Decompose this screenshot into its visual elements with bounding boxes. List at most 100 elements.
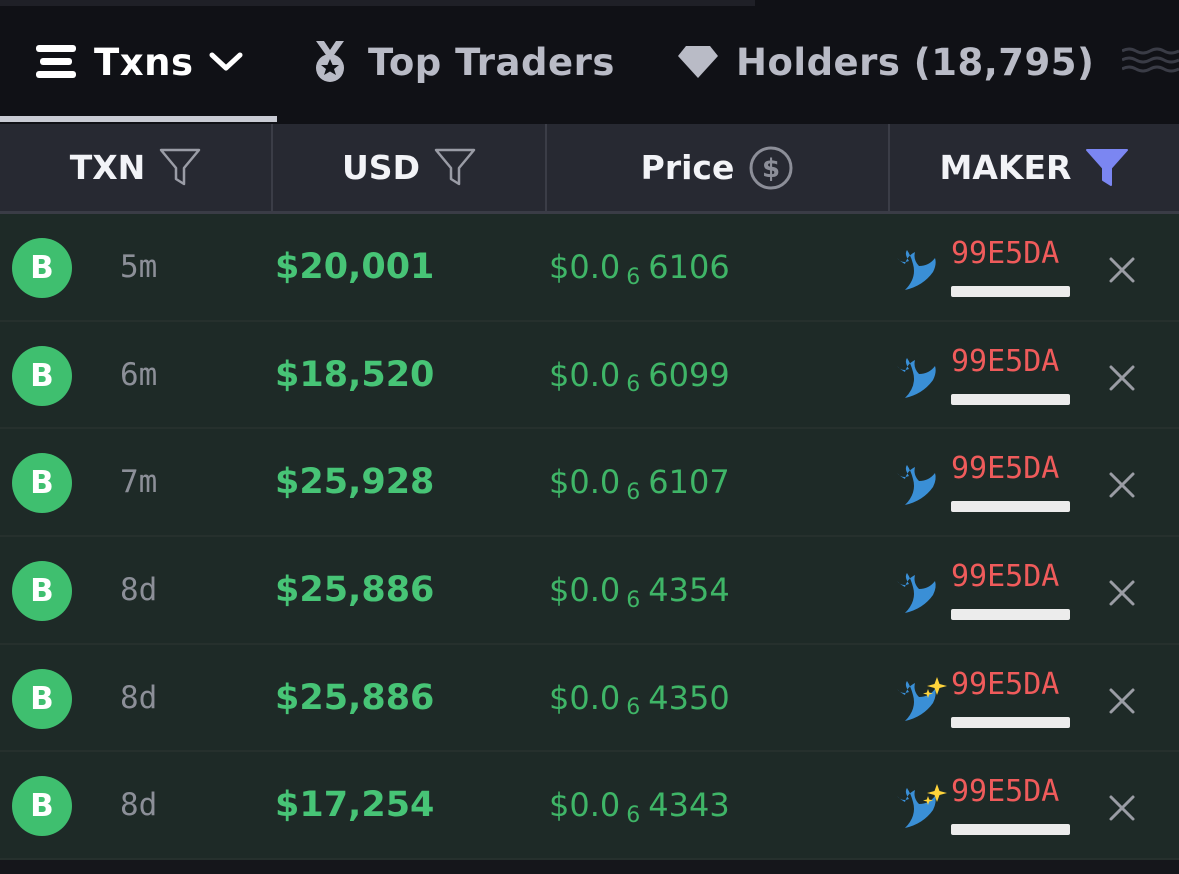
whale-sparkle-icon: [897, 676, 947, 721]
close-icon[interactable]: [1106, 792, 1138, 824]
column-price[interactable]: Price $: [547, 124, 890, 211]
price-digits: 6107: [648, 463, 730, 502]
usd-amount: $25,928: [275, 462, 435, 503]
maker-address[interactable]: 99E5DA: [951, 559, 1059, 594]
usd-amount: $18,520: [275, 354, 435, 395]
buy-badge: B: [12, 668, 72, 729]
maker-address-underline: [951, 824, 1070, 836]
tab-top-traders-label: Top Traders: [368, 40, 615, 84]
list-icon: [36, 45, 76, 79]
column-maker-label: MAKER: [939, 148, 1072, 187]
maker-address-underline: [951, 501, 1070, 513]
maker-address[interactable]: 99E5DA: [951, 774, 1059, 809]
price-zero-count: 6: [626, 264, 641, 290]
price-value: $0.0 6 6106: [549, 214, 730, 320]
whale-icon: [897, 573, 936, 614]
buy-badge: B: [12, 238, 72, 298]
chevron-down-icon[interactable]: [209, 51, 243, 73]
buy-badge: B: [12, 453, 72, 514]
price-prefix: $0.0: [549, 463, 621, 502]
price-prefix: $0.0: [549, 355, 621, 394]
whale-icon: [897, 357, 936, 398]
filter-icon[interactable]: [434, 148, 476, 188]
active-tab-indicator: [0, 116, 277, 122]
tab-txns-label: Txns: [94, 40, 194, 84]
buy-badge: B: [12, 776, 72, 837]
maker-address[interactable]: 99E5DA: [951, 451, 1059, 486]
tab-bar: Txns Top Traders Holders (18,795): [0, 0, 1179, 124]
price-zero-count: 6: [626, 695, 641, 721]
table-row[interactable]: B 8d $17,254 $0.0 6 4343 99E5DA: [0, 752, 1179, 861]
txn-age: 8d: [120, 572, 158, 609]
tab-top-traders[interactable]: Top Traders: [310, 0, 615, 124]
column-maker[interactable]: MAKER: [890, 124, 1179, 211]
table-row[interactable]: B 6m $18,520 $0.0 6 6099 99E5DA: [0, 321, 1179, 430]
txn-age: 5m: [120, 249, 158, 285]
txn-age: 6m: [120, 356, 158, 393]
buy-badge: B: [12, 561, 72, 622]
filter-active-icon[interactable]: [1085, 148, 1129, 188]
filter-icon[interactable]: [159, 148, 201, 188]
maker-address[interactable]: 99E5DA: [951, 236, 1059, 271]
usd-amount: $25,886: [275, 677, 435, 718]
maker-address-underline: [951, 609, 1070, 621]
price-prefix: $0.0: [549, 786, 621, 825]
close-icon[interactable]: [1106, 469, 1138, 501]
table-row[interactable]: B 8d $25,886 $0.0 6 4350 99E5DA: [0, 644, 1179, 753]
usd-amount: $17,254: [275, 785, 435, 826]
price-digits: 4350: [648, 678, 730, 717]
maker-address-underline: [951, 393, 1070, 405]
column-txn-label: TXN: [69, 148, 146, 187]
tab-txns[interactable]: Txns: [36, 0, 243, 124]
diamond-icon: [678, 46, 718, 78]
whale-icon: [897, 250, 936, 290]
column-price-label: Price: [640, 148, 735, 187]
close-icon[interactable]: [1106, 685, 1138, 717]
column-txn[interactable]: TXN: [0, 124, 273, 211]
bottom-strip: [0, 860, 1179, 874]
price-digits: 6106: [648, 248, 730, 286]
tab-holders[interactable]: Holders (18,795): [678, 0, 1094, 124]
maker-address-underline: [951, 286, 1070, 297]
svg-text:$: $: [762, 154, 780, 184]
medal-icon: [310, 41, 350, 83]
price-digits: 4354: [648, 571, 730, 610]
maker-address[interactable]: 99E5DA: [951, 667, 1059, 702]
txn-age: 8d: [120, 787, 158, 824]
price-value: $0.0 6 6107: [549, 429, 730, 535]
waves-icon: [1121, 41, 1179, 84]
price-value: $0.0 6 4343: [549, 752, 730, 858]
txn-age: 8d: [120, 679, 158, 716]
price-value: $0.0 6 4350: [549, 645, 730, 751]
price-digits: 6099: [648, 355, 730, 394]
price-zero-count: 6: [626, 372, 641, 398]
price-value: $0.0 6 6099: [549, 322, 730, 428]
tab-holders-label: Holders (18,795): [736, 40, 1095, 84]
close-icon[interactable]: [1106, 362, 1138, 394]
price-digits: 4343: [648, 786, 730, 825]
maker-address-underline: [951, 716, 1070, 728]
txn-age: 7m: [120, 464, 158, 501]
tab-more[interactable]: [1121, 0, 1179, 124]
table-row[interactable]: B 8d $25,886 $0.0 6 4354 99E5DA: [0, 537, 1179, 645]
whale-sparkle-icon: [897, 784, 947, 829]
maker-address[interactable]: 99E5DA: [951, 344, 1059, 379]
price-zero-count: 6: [626, 479, 641, 505]
table-header: TXN USD Price $ MAKER: [0, 124, 1179, 214]
transactions-list: B 5m $20,001 $0.0 6 6106 99E5DA B 6m $18,5…: [0, 214, 1179, 861]
price-prefix: $0.0: [549, 248, 621, 286]
column-usd[interactable]: USD: [273, 124, 547, 211]
price-zero-count: 6: [626, 587, 641, 613]
close-icon[interactable]: [1106, 254, 1138, 286]
dollar-circle-icon[interactable]: $: [748, 145, 794, 191]
close-icon[interactable]: [1106, 577, 1138, 609]
table-row[interactable]: B 5m $20,001 $0.0 6 6106 99E5DA: [0, 214, 1179, 322]
price-zero-count: 6: [626, 802, 641, 828]
column-usd-label: USD: [342, 148, 420, 187]
price-prefix: $0.0: [549, 678, 621, 717]
buy-badge: B: [12, 345, 72, 406]
price-prefix: $0.0: [549, 571, 621, 610]
table-row[interactable]: B 7m $25,928 $0.0 6 6107 99E5DA: [0, 429, 1179, 538]
whale-icon: [897, 465, 936, 506]
usd-amount: $20,001: [275, 247, 435, 287]
